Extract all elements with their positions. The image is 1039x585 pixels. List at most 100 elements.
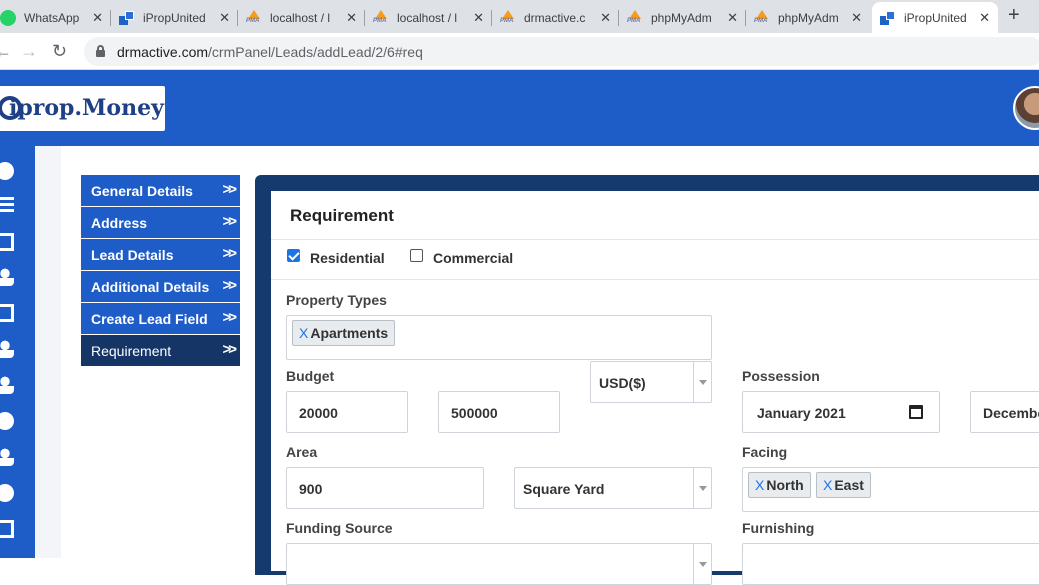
chevron-double-right-icon: >> xyxy=(222,309,236,326)
list-icon[interactable] xyxy=(0,197,14,215)
iprop-icon xyxy=(119,10,135,26)
tag-north: X North xyxy=(748,472,811,498)
chevron-down-icon xyxy=(693,468,711,508)
furnishing-label: Furnishing xyxy=(742,520,815,536)
residential-checkbox[interactable] xyxy=(287,249,300,262)
close-icon[interactable]: ✕ xyxy=(219,10,230,26)
step-label: General Details xyxy=(91,182,193,199)
forward-arrow-icon[interactable]: → xyxy=(20,41,38,62)
area-unit-select[interactable]: Square Yard xyxy=(514,467,712,509)
board-icon[interactable] xyxy=(0,233,14,251)
leads-icon[interactable] xyxy=(0,304,14,322)
commercial-label: Commercial xyxy=(433,250,514,266)
tab-label: localhost / l xyxy=(397,10,458,25)
url-input[interactable]: drmactive.com/crmPanel/Leads/addLead/2/6… xyxy=(84,37,1039,66)
area-label: Area xyxy=(286,444,318,460)
tab-localhost-1[interactable]: PMA localhost / l ✕ xyxy=(238,2,365,33)
new-tab-icon[interactable]: + xyxy=(1008,4,1020,27)
reload-icon[interactable]: ↻ xyxy=(52,41,67,62)
close-icon[interactable]: ✕ xyxy=(979,10,990,26)
tab-label: phpMyAdm xyxy=(778,10,839,25)
remove-tag-icon[interactable]: X xyxy=(755,477,764,493)
phpmyadmin-icon: PMA xyxy=(373,9,389,26)
users-icon[interactable] xyxy=(0,268,14,286)
url-domain: drmactive.com xyxy=(117,44,209,60)
chevron-double-right-icon: >> xyxy=(222,245,236,262)
close-icon[interactable]: ✕ xyxy=(92,10,103,26)
tab-localhost-2[interactable]: PMA localhost / l ✕ xyxy=(365,2,492,33)
tab-ipropunited-active[interactable]: iPropUnited ✕ xyxy=(872,2,998,33)
phpmyadmin-icon: PMA xyxy=(246,9,262,26)
icon-sidebar xyxy=(0,146,35,558)
requirement-card: Requirement Residential Commercial Prope… xyxy=(271,191,1039,585)
step-requirement[interactable]: Requirement >> xyxy=(81,335,240,367)
chevron-down-icon xyxy=(693,362,711,402)
step-label: Address xyxy=(91,214,148,231)
tab-phpmyadmin-1[interactable]: PMA phpMyAdm ✕ xyxy=(619,2,746,33)
book-icon[interactable] xyxy=(0,520,14,538)
tab-whatsapp[interactable]: WhatsApp ✕ xyxy=(0,2,111,33)
possession-from-input[interactable]: January 2021 xyxy=(742,391,940,433)
step-label: Lead Details xyxy=(91,246,174,263)
step-lead-details[interactable]: Lead Details >> xyxy=(81,239,240,271)
logo[interactable]: iprop.Money xyxy=(0,86,165,131)
property-types-select[interactable]: X Apartments xyxy=(286,315,712,360)
step-general-details[interactable]: General Details >> xyxy=(81,175,240,207)
funding-source-select[interactable] xyxy=(286,543,712,585)
step-label: Additional Details xyxy=(91,278,210,295)
possession-to-input[interactable]: Decembe xyxy=(970,391,1039,433)
possession-label: Possession xyxy=(742,368,820,384)
calendar-icon[interactable] xyxy=(909,405,923,419)
user-tie-icon[interactable] xyxy=(0,376,14,394)
facing-select[interactable]: X North X East xyxy=(742,467,1039,512)
tab-label: phpMyAdm xyxy=(651,10,712,25)
facing-label: Facing xyxy=(742,444,788,460)
tab-drmactive[interactable]: PMA drmactive.c ✕ xyxy=(492,2,619,33)
chevron-double-right-icon: >> xyxy=(222,181,236,198)
tab-label: iPropUnited xyxy=(143,10,206,25)
tab-label: WhatsApp xyxy=(24,10,80,25)
card-title: Requirement xyxy=(290,206,394,225)
close-icon[interactable]: ✕ xyxy=(473,10,484,26)
back-arrow-icon[interactable]: ← xyxy=(0,41,12,62)
step-create-lead-field[interactable]: Create Lead Field >> xyxy=(81,303,240,335)
tab-phpmyadmin-2[interactable]: PMA phpMyAdm ✕ xyxy=(746,2,870,33)
close-icon[interactable]: ✕ xyxy=(727,10,738,26)
steps-menu: General Details >> Address >> Lead Details… xyxy=(81,175,240,367)
remove-tag-icon[interactable]: X xyxy=(299,325,308,341)
tab-ipropunited[interactable]: iPropUnited ✕ xyxy=(111,2,238,33)
user-icon[interactable] xyxy=(0,340,14,358)
chevron-down-icon xyxy=(693,544,711,584)
close-icon[interactable]: ✕ xyxy=(600,10,611,26)
furnishing-select[interactable] xyxy=(742,543,1039,585)
iprop-icon xyxy=(880,10,896,26)
url-path: /crmPanel/Leads/addLead/2/6#req xyxy=(208,44,423,60)
dashboard-icon[interactable] xyxy=(0,162,14,180)
user-plus-icon[interactable] xyxy=(0,448,14,466)
funding-source-label: Funding Source xyxy=(286,520,393,536)
area-input[interactable]: 900 xyxy=(286,467,484,509)
property-types-label: Property Types xyxy=(286,292,387,308)
tab-label: localhost / l xyxy=(270,10,331,25)
close-icon[interactable]: ✕ xyxy=(346,10,357,26)
step-address[interactable]: Address >> xyxy=(81,207,240,239)
tag-east: X East xyxy=(816,472,871,498)
app-header: iprop.Money xyxy=(0,70,1039,146)
commercial-checkbox[interactable] xyxy=(410,249,423,262)
step-label: Create Lead Field xyxy=(91,310,208,327)
remove-tag-icon[interactable]: X xyxy=(823,477,832,493)
phpmyadmin-icon: PMA xyxy=(754,9,770,26)
chevron-double-right-icon: >> xyxy=(222,213,236,230)
step-additional-details[interactable]: Additional Details >> xyxy=(81,271,240,303)
chevron-double-right-icon: >> xyxy=(222,341,236,358)
budget-max-input[interactable]: 500000 xyxy=(438,391,560,433)
browser-tab-strip: WhatsApp ✕ iPropUnited ✕ PMA localhost /… xyxy=(0,0,1039,33)
support-icon[interactable] xyxy=(0,412,14,430)
phpmyadmin-icon: PMA xyxy=(500,9,516,26)
budget-label: Budget xyxy=(286,368,335,384)
close-icon[interactable]: ✕ xyxy=(851,10,862,26)
currency-select[interactable]: USD($) xyxy=(590,361,712,403)
budget-min-input[interactable]: 20000 xyxy=(286,391,408,433)
user-circle-icon[interactable] xyxy=(0,484,14,502)
whatsapp-icon xyxy=(0,9,16,26)
